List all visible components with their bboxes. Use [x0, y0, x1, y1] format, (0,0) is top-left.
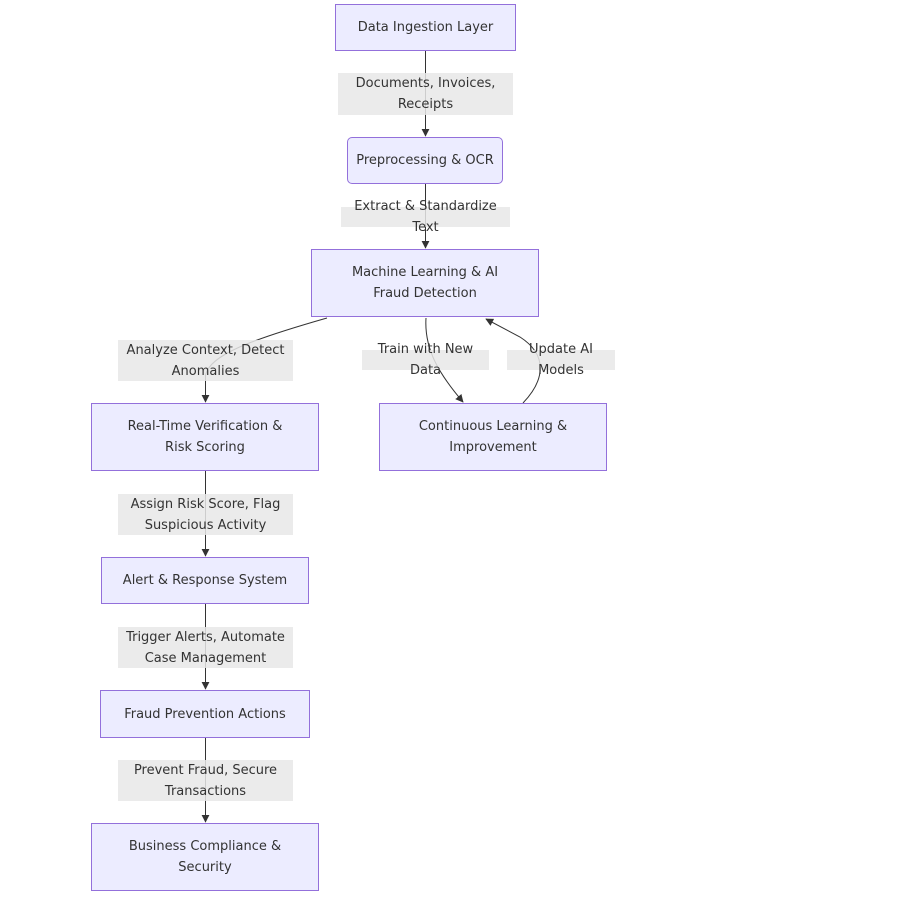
edge-label-text: Train with New Data [377, 342, 474, 378]
edge-label-text: Assign Risk Score, Flag Suspicious Activ… [130, 496, 281, 533]
node-label: Data Ingestion Layer [357, 20, 494, 35]
node-data-ingestion-layer[interactable]: Data Ingestion Layer [335, 4, 516, 51]
node-business-compliance[interactable]: Business Compliance & Security [91, 823, 319, 891]
edge-label-text: Prevent Fraud, Secure Transactions [133, 762, 278, 799]
node-label: Business Compliance & Security [128, 839, 282, 875]
edge-label-prevention-to-compliance: Prevent Fraud, Secure Transactions [118, 760, 293, 801]
node-label: Continuous Learning & Improvement [418, 419, 568, 455]
edge-label-ingestion-to-preprocessing: Documents, Invoices, Receipts [338, 73, 513, 115]
node-ml-fraud-detection[interactable]: Machine Learning & AI Fraud Detection [311, 249, 539, 317]
edge-label-preprocessing-to-ml: Extract & Standardize Text [341, 199, 510, 235]
edge-label-text: Update AI Models [529, 342, 593, 378]
node-label: Fraud Prevention Actions [124, 706, 286, 722]
edge-label-alert-to-prevention: Trigger Alerts, Automate Case Management [118, 627, 293, 668]
node-label: Preprocessing & OCR [356, 153, 494, 168]
edge-label-verification-to-alert: Assign Risk Score, Flag Suspicious Activ… [118, 494, 293, 535]
node-label: Real-Time Verification & Risk Scoring [127, 419, 283, 455]
edge-label-text: Analyze Context, Detect Anomalies [126, 342, 285, 379]
node-label: Alert & Response System [122, 573, 288, 588]
node-real-time-verification[interactable]: Real-Time Verification & Risk Scoring [91, 403, 319, 471]
edge-label-ml-to-learning: Train with New Data [362, 342, 489, 378]
node-label: Machine Learning & AI Fraud Detection [351, 265, 499, 301]
node-continuous-learning[interactable]: Continuous Learning & Improvement [379, 403, 607, 471]
edge-label-text: Documents, Invoices, Receipts [355, 76, 496, 112]
edge-label-learning-to-ml: Update AI Models [507, 342, 615, 378]
edge-label-text: Trigger Alerts, Automate Case Management [126, 629, 285, 666]
node-fraud-prevention-actions[interactable]: Fraud Prevention Actions [100, 690, 310, 738]
node-alert-response-system[interactable]: Alert & Response System [101, 557, 309, 604]
edge-label-ml-to-verification: Analyze Context, Detect Anomalies [118, 340, 293, 381]
node-preprocessing-ocr[interactable]: Preprocessing & OCR [347, 137, 503, 184]
edge-label-text: Extract & Standardize Text [354, 199, 497, 235]
